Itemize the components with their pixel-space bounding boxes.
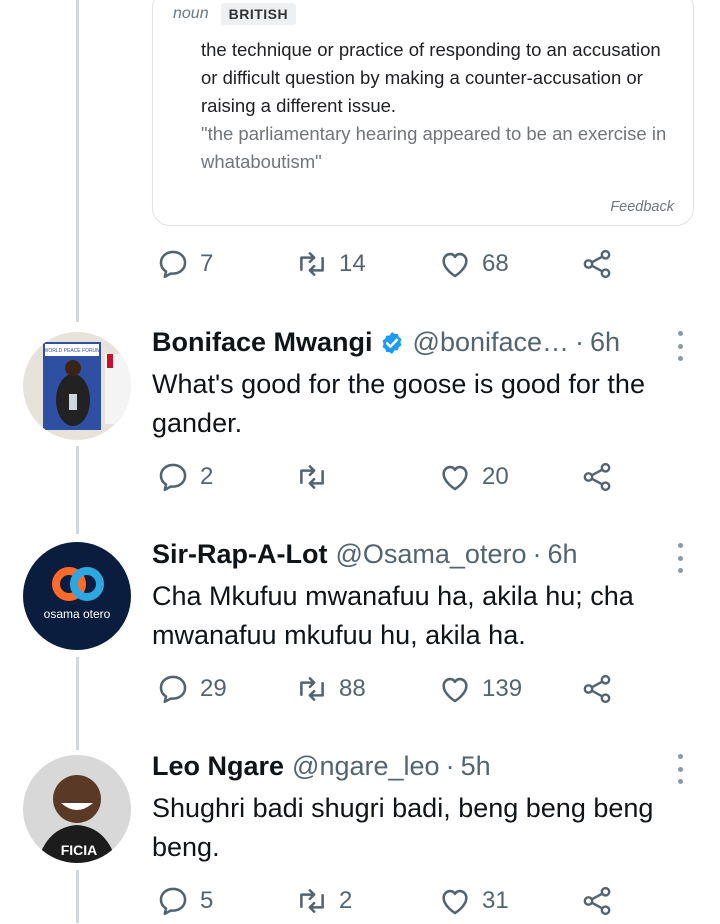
reply-icon — [156, 672, 190, 706]
user-handle[interactable]: @ngare_leo — [292, 751, 440, 782]
more-options-icon[interactable] — [670, 543, 690, 573]
retweet-button[interactable]: 2 — [295, 884, 352, 918]
separator-dot: · — [575, 327, 585, 357]
user-handle[interactable]: @boniface… — [413, 327, 570, 358]
timestamp[interactable]: 5h — [461, 751, 491, 782]
definition-text: the technique or practice of responding … — [201, 39, 661, 116]
avatar-shirt-text: FICIA — [61, 842, 98, 858]
heart-icon — [438, 247, 472, 281]
heart-icon — [438, 460, 472, 494]
avatar-banner-text: WORLD PEACE FORUM — [44, 348, 101, 354]
retweet-icon — [295, 672, 329, 706]
display-name[interactable]: Boniface Mwangi — [152, 327, 373, 358]
reply-button[interactable]: 5 — [156, 884, 213, 918]
user-handle[interactable]: @Osama_otero — [335, 539, 526, 570]
like-count: 31 — [482, 887, 509, 914]
timestamp[interactable]: 6h — [590, 327, 620, 358]
heart-icon — [438, 884, 472, 918]
retweet-icon — [295, 247, 329, 281]
reply-icon — [156, 460, 190, 494]
verified-badge-icon — [382, 331, 401, 354]
thread-line-mid — [76, 446, 79, 534]
retweet-icon — [295, 884, 329, 918]
reply-count: 5 — [200, 887, 214, 914]
like-button[interactable]: 31 — [438, 884, 509, 918]
share-icon — [580, 460, 614, 494]
retweet-count: 2 — [339, 887, 353, 914]
timestamp[interactable]: 6h — [547, 539, 577, 570]
more-options-icon[interactable] — [670, 754, 690, 784]
separator-dot: · — [445, 751, 455, 781]
reply-icon — [156, 884, 190, 918]
feedback-link[interactable]: Feedback — [610, 199, 674, 215]
region-badge: BRITISH — [220, 3, 297, 25]
tweet-text: Shughri badi shugri badi, beng beng beng… — [152, 793, 654, 862]
tweet-text: Cha Mkufuu mwanafuu ha, akila hu; cha mw… — [152, 581, 634, 650]
retweet-button[interactable]: 14 — [295, 247, 366, 281]
definition-header: noun BRITISH — [173, 3, 297, 25]
tweet-header: Boniface Mwangi @boniface… · 6h — [152, 327, 620, 358]
avatar[interactable]: osama otero — [23, 542, 131, 650]
display-name[interactable]: Leo Ngare — [152, 751, 284, 782]
thread-line-bottom — [76, 870, 79, 923]
avatar[interactable]: FICIA — [23, 755, 131, 863]
display-name[interactable]: Sir-Rap-A-Lot — [152, 539, 327, 570]
thread-line-low — [76, 657, 79, 750]
share-button[interactable] — [580, 884, 614, 918]
reply-icon — [156, 247, 190, 281]
tweet-header: Sir-Rap-A-Lot @Osama_otero · 6h — [152, 539, 578, 570]
like-button[interactable]: 139 — [438, 672, 522, 706]
heart-icon — [438, 672, 472, 706]
separator-dot: · — [532, 539, 542, 569]
like-count: 139 — [482, 675, 523, 702]
reply-button[interactable]: 2 — [156, 460, 213, 494]
like-count: 20 — [482, 463, 509, 490]
thread-line-top — [76, 0, 79, 322]
retweet-count: 14 — [339, 250, 366, 277]
share-icon — [580, 672, 614, 706]
more-options-icon[interactable] — [670, 331, 690, 361]
parent-tweet-actions: 7 14 68 — [156, 247, 616, 287]
avatar-logo-text: osama otero — [44, 607, 111, 621]
retweet-button[interactable] — [295, 460, 339, 494]
like-button[interactable]: 68 — [438, 247, 509, 281]
reply-button[interactable]: 29 — [156, 672, 227, 706]
retweet-icon — [295, 460, 329, 494]
share-icon — [580, 884, 614, 918]
reply-count: 7 — [200, 250, 214, 277]
like-count: 68 — [482, 250, 509, 277]
like-button[interactable]: 20 — [438, 460, 509, 494]
share-button[interactable] — [580, 460, 614, 494]
tweet-text: What's good for the goose is good for th… — [152, 369, 645, 438]
tweet-actions: 29 88 139 — [156, 672, 616, 712]
retweet-count: 88 — [339, 675, 366, 702]
reply-count: 2 — [200, 463, 214, 490]
share-button[interactable] — [580, 247, 614, 281]
part-of-speech: noun — [173, 5, 209, 22]
reply-button[interactable]: 7 — [156, 247, 213, 281]
share-icon — [580, 247, 614, 281]
tweet-header: Leo Ngare @ngare_leo · 5h — [152, 751, 491, 782]
definition-example: "the parliamentary hearing appeared to b… — [201, 123, 667, 172]
tweet-actions: 5 2 31 — [156, 884, 616, 924]
share-button[interactable] — [580, 672, 614, 706]
tweet-actions: 2 20 — [156, 460, 616, 500]
retweet-button[interactable]: 88 — [295, 672, 366, 706]
reply-count: 29 — [200, 675, 227, 702]
avatar[interactable]: WORLD PEACE FORUM — [23, 332, 131, 440]
